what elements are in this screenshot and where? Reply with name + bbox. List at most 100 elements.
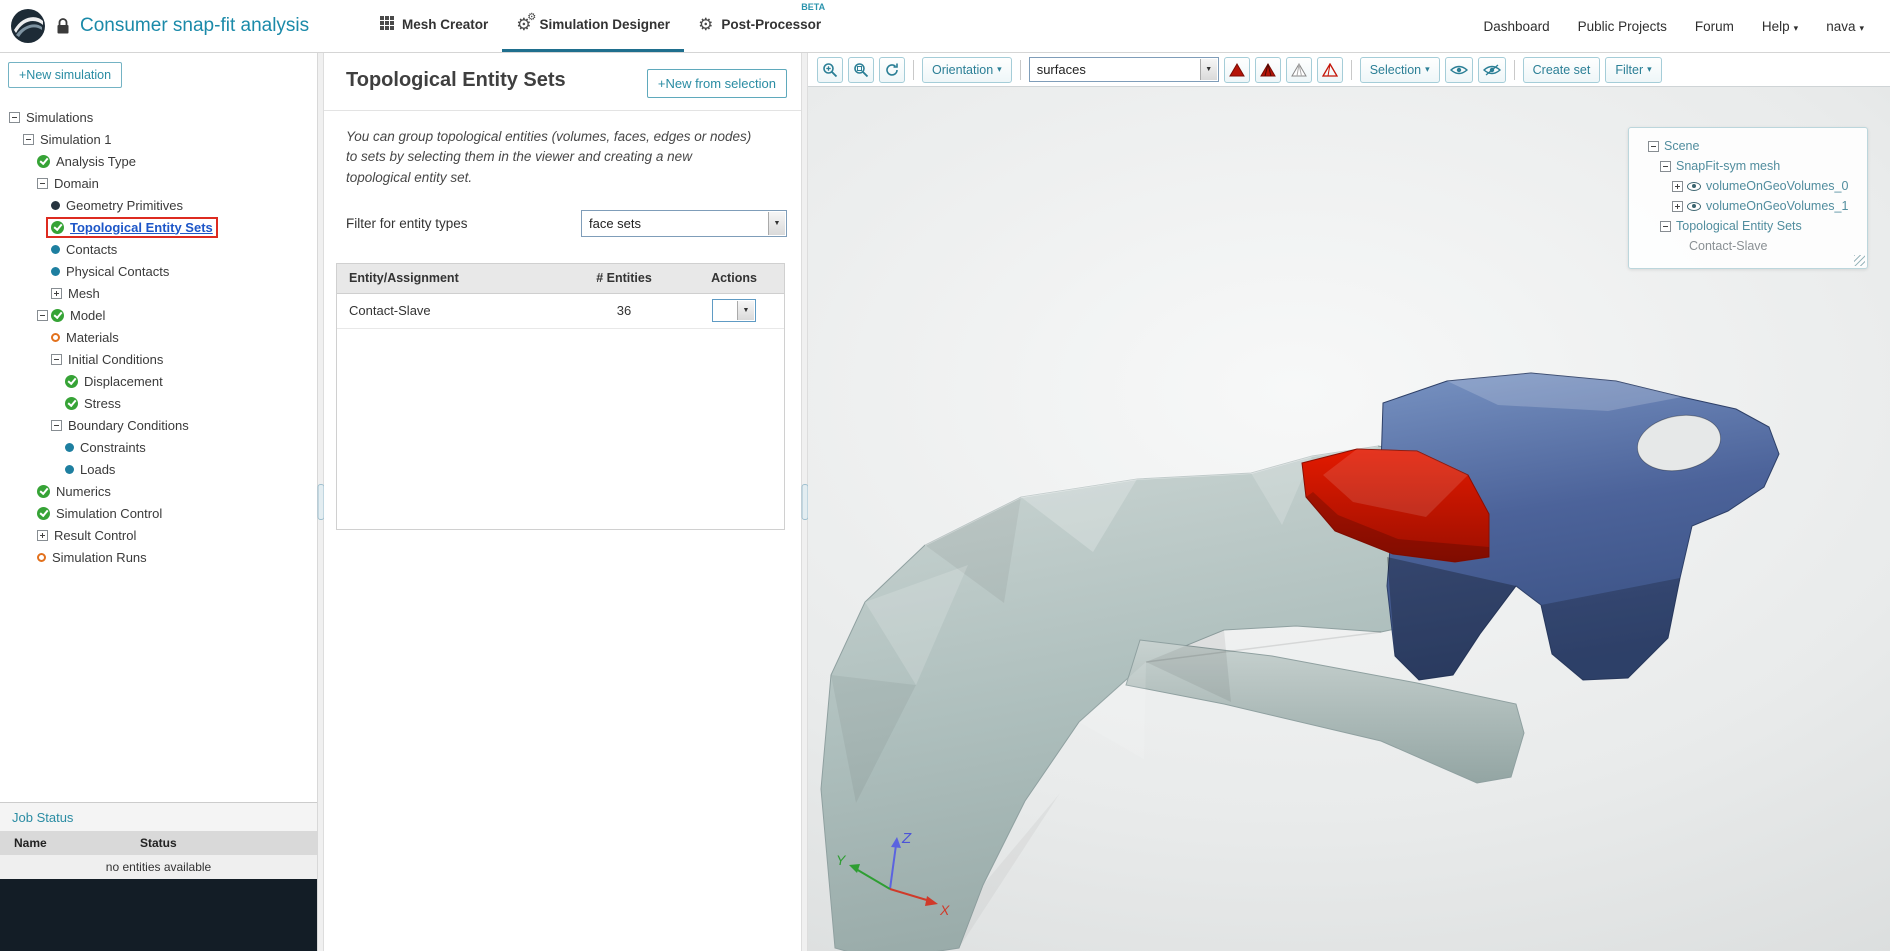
check-icon xyxy=(65,374,78,388)
tree-item[interactable]: Physical Contacts xyxy=(0,260,317,282)
shaded-wire-triangle-icon xyxy=(1259,62,1276,76)
tree-item[interactable]: Materials xyxy=(0,326,317,348)
render-wireframe-button[interactable] xyxy=(1285,56,1312,83)
job-status-panel: Job Status Name Status no entities avail… xyxy=(0,802,317,951)
splitter-grip[interactable] xyxy=(801,484,808,520)
entity-type-filter-select[interactable]: face sets xyxy=(581,209,787,237)
minus-icon[interactable] xyxy=(1648,140,1659,152)
public-projects-link[interactable]: Public Projects xyxy=(1578,19,1667,34)
scene-tree-overlay: Scene SnapFit-sym mesh volumeOnGeoVolume… xyxy=(1628,127,1868,269)
solid-red-triangle-icon xyxy=(1228,62,1245,76)
forum-link[interactable]: Forum xyxy=(1695,19,1734,34)
show-entities-button[interactable] xyxy=(1444,56,1473,83)
plus-icon[interactable] xyxy=(37,529,48,541)
reset-view-button[interactable] xyxy=(879,56,905,83)
tree-item[interactable]: Mesh xyxy=(0,282,317,304)
tree-item[interactable]: Domain xyxy=(0,172,317,194)
tree-item-label: Contacts xyxy=(66,241,118,257)
entity-actions-select[interactable] xyxy=(712,299,756,323)
selection-dropdown[interactable]: Selection xyxy=(1359,56,1440,83)
chevron-down-icon xyxy=(1199,59,1217,80)
z-axis-label: Z xyxy=(901,830,912,847)
tree-item-label: Numerics xyxy=(56,483,111,499)
scene-tree-item[interactable]: Topological Entity Sets xyxy=(1635,216,1861,236)
plus-icon[interactable] xyxy=(51,287,62,299)
tree-item[interactable]: Displacement xyxy=(0,370,317,392)
hide-entities-button[interactable] xyxy=(1477,56,1506,83)
x-axis-label: X xyxy=(939,902,950,918)
filter-dropdown[interactable]: Filter xyxy=(1605,56,1662,83)
simscale-logo[interactable] xyxy=(10,8,46,44)
new-simulation-button[interactable]: +New simulation xyxy=(8,62,123,88)
tree-item-label: Simulations xyxy=(26,109,94,125)
entity-table-empty-area xyxy=(337,328,784,529)
minus-icon[interactable] xyxy=(51,419,62,431)
splitter-grip[interactable] xyxy=(317,484,324,520)
gear-icon xyxy=(698,16,713,33)
tab-label: Simulation Designer xyxy=(539,17,671,32)
tree-item[interactable]: Loads xyxy=(0,458,317,480)
dot-dark-icon xyxy=(51,200,60,210)
zoom-in-button[interactable] xyxy=(817,56,843,83)
minus-icon[interactable] xyxy=(37,177,48,189)
tree-item[interactable]: Geometry Primitives xyxy=(0,194,317,216)
tree-item[interactable]: Constraints xyxy=(0,436,317,458)
tree-item[interactable]: Contacts xyxy=(0,238,317,260)
tree-item[interactable]: Analysis Type xyxy=(0,150,317,172)
tree-item[interactable]: Simulations xyxy=(0,106,317,128)
topbar: Consumer snap-fit analysis Mesh Creator … xyxy=(0,0,1890,53)
tree-item[interactable]: Initial Conditions xyxy=(0,348,317,370)
minus-icon[interactable] xyxy=(1660,220,1671,232)
tab-post-processor[interactable]: BETA Post-Processor xyxy=(684,0,835,52)
orientation-dropdown[interactable]: Orientation xyxy=(922,56,1012,83)
tree-item[interactable]: Numerics xyxy=(0,480,317,502)
tree-item[interactable]: Topological Entity Sets xyxy=(0,216,317,238)
tab-mesh-creator[interactable]: Mesh Creator xyxy=(366,0,502,52)
minus-icon[interactable] xyxy=(23,133,34,145)
minus-icon[interactable] xyxy=(1660,160,1671,172)
zoom-window-button[interactable] xyxy=(848,56,874,83)
tree-item[interactable]: Simulation Control xyxy=(0,502,317,524)
scene-tree-item[interactable]: volumeOnGeoVolumes_1 xyxy=(1635,196,1861,216)
tree-item[interactable]: Result Control xyxy=(0,524,317,546)
entity-row[interactable]: Contact-Slave 36 xyxy=(337,294,784,329)
render-red-edges-button[interactable] xyxy=(1316,56,1343,83)
user-menu[interactable]: nava xyxy=(1826,19,1864,34)
create-set-button[interactable]: Create set xyxy=(1522,56,1601,83)
eye-icon[interactable] xyxy=(1687,181,1701,191)
render-shaded-wire-button[interactable] xyxy=(1254,56,1281,83)
eye-icon[interactable] xyxy=(1687,201,1701,211)
render-solid-button[interactable] xyxy=(1223,56,1250,83)
new-from-selection-button[interactable]: +New from selection xyxy=(646,69,787,98)
scene-tree-item[interactable]: SnapFit-sym mesh xyxy=(1635,156,1861,176)
beta-badge: BETA xyxy=(801,2,826,12)
chevron-down-icon xyxy=(737,301,754,321)
tree-item[interactable]: Boundary Conditions xyxy=(0,414,317,436)
panel-title: Topological Entity Sets xyxy=(346,69,566,91)
tree-item[interactable]: Simulation Runs xyxy=(0,546,317,568)
tree-item-label: Simulation Runs xyxy=(52,549,147,565)
tree-item[interactable]: Stress xyxy=(0,392,317,414)
dashboard-link[interactable]: Dashboard xyxy=(1484,19,1550,34)
render-mode-select[interactable]: surfaces xyxy=(1028,57,1219,82)
plus-icon[interactable] xyxy=(1672,200,1683,212)
axis-triad[interactable]: Z Y X xyxy=(830,827,960,927)
help-menu[interactable]: Help xyxy=(1762,19,1798,34)
y-axis-label: Y xyxy=(836,852,847,868)
check-icon xyxy=(51,308,64,322)
tree-item[interactable]: Model xyxy=(0,304,317,326)
scene-tree-item[interactable]: Contact-Slave xyxy=(1635,236,1861,256)
minus-icon[interactable] xyxy=(9,111,20,123)
check-icon xyxy=(37,484,50,498)
tab-simulation-designer[interactable]: Simulation Designer xyxy=(502,0,685,52)
dot-blue-icon xyxy=(51,244,60,254)
minus-icon[interactable] xyxy=(51,353,62,365)
tab-label: Post-Processor xyxy=(721,17,822,32)
filter-entity-types-label: Filter for entity types xyxy=(346,215,468,231)
tree-item[interactable]: Simulation 1 xyxy=(0,128,317,150)
scene-item-label: SnapFit-sym mesh xyxy=(1676,159,1781,173)
scene-tree-item[interactable]: Scene xyxy=(1635,136,1861,156)
plus-icon[interactable] xyxy=(1672,180,1683,192)
scene-tree-item[interactable]: volumeOnGeoVolumes_0 xyxy=(1635,176,1861,196)
minus-icon[interactable] xyxy=(37,309,48,321)
